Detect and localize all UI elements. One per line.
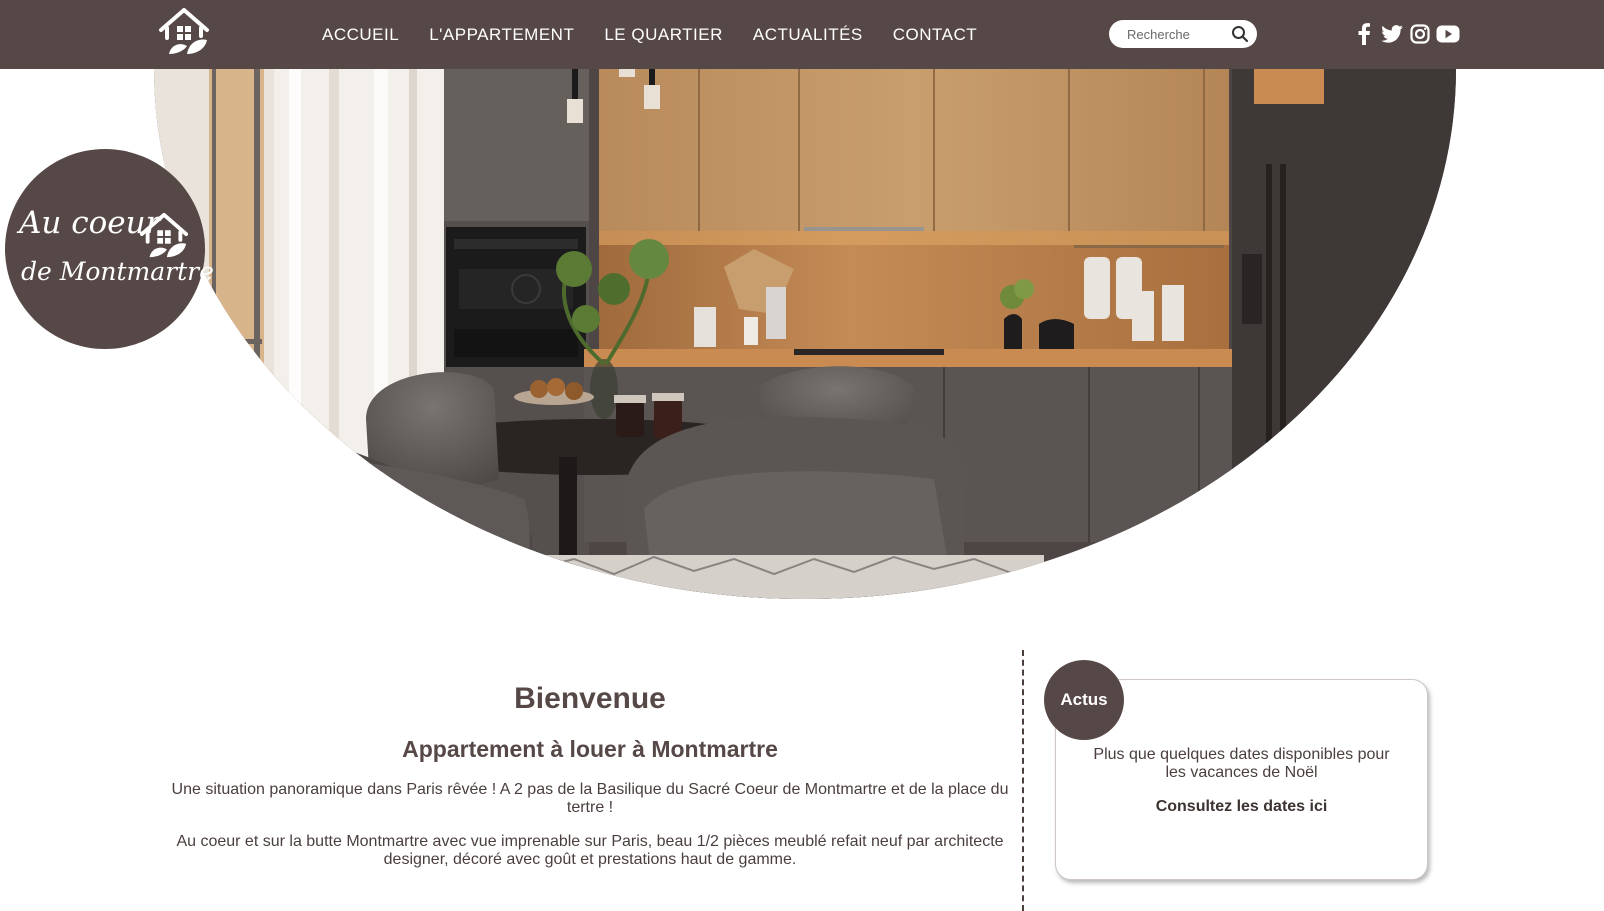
hero-kitchen-image [154,69,1456,599]
intro-paragraph-2: Au coeur et sur la butte Montmartre avec… [176,833,1004,868]
actus-dates-link[interactable]: Consultez les dates ici [1056,798,1427,816]
instagram-icon[interactable] [1408,22,1432,46]
actus-message: Plus que quelques dates disponibles pour… [1093,746,1390,781]
brand-badge[interactable]: Au coeur de Montmartre [5,149,214,349]
page-title: Bienvenue [514,682,666,715]
facebook-icon[interactable] [1352,22,1376,46]
page-subtitle: Appartement à louer à Montmartre [402,736,778,762]
intro-paragraph-1: Une situation panoramique dans Paris rêv… [171,781,1009,816]
search-input[interactable] [1127,24,1227,44]
dashed-divider [1022,650,1024,911]
nav-contact[interactable]: CONTACT [893,25,977,45]
search-icon[interactable] [1231,25,1249,43]
badge-line-2: de Montmartre [21,257,214,286]
site-header: ACCUEIL L'APPARTEMENT LE QUARTIER ACTUAL… [0,0,1604,69]
nav-accueil[interactable]: ACCUEIL [322,25,399,45]
nav-quartier[interactable]: LE QUARTIER [604,25,723,45]
youtube-icon[interactable] [1436,22,1460,46]
house-logo-icon[interactable] [157,6,211,58]
twitter-icon[interactable] [1380,22,1404,46]
nav-appartement[interactable]: L'APPARTEMENT [429,25,574,45]
search-box [1109,20,1257,48]
main-nav: ACCUEIL L'APPARTEMENT LE QUARTIER ACTUAL… [322,0,1007,69]
nav-actualites[interactable]: ACTUALITÉS [753,25,863,45]
social-links [1352,22,1464,46]
actus-badge: Actus [1044,660,1124,740]
house-leaf-icon [139,212,189,258]
welcome-section: Bienvenue Appartement à louer à Montmart… [160,660,1020,869]
